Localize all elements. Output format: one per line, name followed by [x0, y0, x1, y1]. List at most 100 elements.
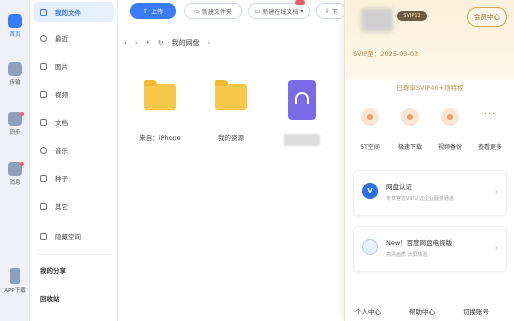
clock-icon — [40, 34, 47, 42]
feature-see-more[interactable]: ··· 查看更多 — [471, 108, 509, 151]
vip-center-button[interactable]: 会员中心 — [467, 7, 507, 27]
rail-transfer-label: 传输 — [9, 80, 21, 86]
rail-transfer[interactable]: 传输 — [0, 62, 30, 86]
rail-sync[interactable]: 同步 — [0, 112, 30, 136]
switch-account-link[interactable]: 切换账号 — [463, 306, 489, 316]
download-button[interactable]: ⇩ 下 — [316, 3, 346, 19]
chevron-right-icon: › — [494, 243, 498, 252]
torrent-icon — [40, 174, 47, 182]
file-item[interactable]: 来自：iPhone — [130, 80, 190, 142]
rail-sync-label: 同步 — [9, 130, 21, 136]
feature-5t-space[interactable]: 5T空间 — [351, 108, 389, 151]
folder-icon — [144, 80, 176, 110]
expand-icon[interactable]: • — [146, 39, 150, 47]
help-center-link[interactable]: 帮助中心 — [409, 306, 435, 316]
nav-item-hidden-space[interactable]: 隐藏空间 — [34, 226, 114, 246]
nav-item-videos[interactable]: 视频 — [34, 84, 114, 104]
rail-app-download[interactable]: APP下载 — [0, 268, 30, 294]
download-label: 下 — [331, 8, 338, 16]
nav-item-label: 回收站 — [40, 295, 60, 303]
svip-level-badge: SVIP12 — [397, 11, 427, 21]
forward-icon[interactable]: › — [135, 39, 138, 47]
nav-item-label: 我的文件 — [55, 9, 81, 17]
feature-video-backup[interactable]: 视频备份 — [431, 108, 469, 151]
new-folder-label: 新建文件夹 — [201, 8, 232, 16]
lightning-icon — [401, 108, 419, 126]
nav-item-label: 文档 — [55, 119, 68, 127]
new-badge — [295, 0, 305, 5]
breadcrumb-current[interactable]: 我的网盘 — [172, 38, 200, 48]
upload-icon: ⇧ — [142, 7, 148, 15]
rail-home-label: 首页 — [9, 32, 21, 38]
nav-item-label: 图片 — [55, 63, 68, 71]
new-online-doc-button[interactable]: ▭ 新建在线文档 ▾ — [248, 0, 310, 19]
chevron-down-icon: ▾ — [300, 7, 304, 15]
nav-item-my-files[interactable]: 我的文件 — [34, 2, 114, 22]
nav-item-music[interactable]: 音乐 — [34, 140, 114, 160]
transfer-icon — [8, 62, 22, 76]
notification-dot — [20, 112, 24, 116]
nav-item-label: 我的分享 — [40, 267, 66, 275]
feature-fast-download[interactable]: 极速下载 — [391, 108, 429, 151]
storage-icon — [361, 108, 379, 126]
folder-add-icon: ▭ — [194, 7, 200, 15]
rail-messages[interactable]: 消息 — [0, 162, 30, 186]
nav-item-my-shares[interactable]: 我的分享 — [34, 260, 114, 280]
document-icon — [40, 118, 47, 126]
netdisk-verify-card[interactable]: V 网盘认证 专享官方VIP认证企业服务通道 › — [353, 170, 507, 216]
more-icon — [40, 202, 47, 210]
doc-add-icon: ▭ — [254, 7, 261, 15]
feature-label: 查看更多 — [477, 144, 502, 151]
nav-item-torrents[interactable]: 种子 — [34, 168, 114, 188]
nav-sidebar: 我的文件 最近 图片 视频 文档 音乐 种子 其它 隐藏空间 我的分享 回收站 — [30, 0, 118, 321]
tv-version-card[interactable]: New！百度网盘电视版 高清画质 大屏体验 › — [353, 226, 507, 272]
video-icon — [40, 90, 47, 98]
benefits-title: 已尊享SVIP40+项特权 — [396, 84, 464, 92]
vip-header: SVIP12 会员中心 SVIP至：2025-03-03 — [345, 0, 514, 80]
nav-item-other[interactable]: 其它 — [34, 196, 114, 216]
folder-icon — [40, 8, 47, 16]
file-label: 我的资源 — [218, 134, 244, 142]
card-subtitle: 专享官方VIP认证企业服务通道 — [386, 196, 454, 202]
video-backup-icon — [441, 108, 459, 126]
lock-icon — [40, 232, 47, 240]
avatar — [361, 8, 393, 32]
new-online-doc-label: 新建在线文档 — [262, 8, 299, 16]
card-subtitle: 高清画质 大屏体验 — [386, 252, 428, 258]
nav-item-recent[interactable]: 最近 — [34, 28, 114, 48]
new-folder-button[interactable]: ▭ 新建文件夹 — [184, 3, 242, 19]
back-icon[interactable]: ‹ — [124, 39, 127, 47]
rail-messages-label: 消息 — [9, 180, 21, 186]
chevron-right-icon: › — [494, 187, 498, 196]
folder-icon — [215, 80, 247, 110]
card-title: 网盘认证 — [386, 183, 412, 191]
image-icon — [40, 62, 47, 70]
verified-icon: V — [362, 183, 378, 199]
nav-item-documents[interactable]: 文档 — [34, 112, 114, 132]
feature-label: 视频备份 — [437, 144, 462, 151]
rail-app-download-label: APP下载 — [4, 288, 26, 294]
left-rail: 首页 传输 同步 消息 APP下载 — [0, 0, 30, 321]
blurred-filename — [284, 134, 320, 146]
file-item[interactable]: 我的资源 — [201, 80, 261, 142]
feature-label: 5T空间 — [360, 144, 380, 151]
card-title: New！百度网盘电视版 — [386, 239, 453, 247]
audio-app-icon — [288, 80, 316, 120]
personal-center-link[interactable]: 个人中心 — [355, 306, 381, 316]
refresh-icon[interactable]: ↻ — [158, 39, 164, 47]
breadcrumb: ‹ › • ↻ 我的网盘 › — [124, 38, 210, 48]
file-label: 来自：iPhone — [139, 134, 181, 142]
nav-item-images[interactable]: 图片 — [34, 56, 114, 76]
nav-item-recycle-bin[interactable]: 回收站 — [34, 288, 114, 308]
chevron-right-icon: › — [207, 39, 211, 47]
vip-popup-panel: SVIP12 会员中心 SVIP至：2025-03-03 已尊享SVIP40+项… — [344, 0, 514, 321]
notification-dot — [20, 162, 24, 166]
feature-label: 极速下载 — [397, 144, 422, 151]
file-item[interactable] — [272, 80, 332, 146]
nav-item-label: 音乐 — [55, 147, 68, 155]
nav-item-label: 其它 — [55, 203, 68, 211]
upload-button[interactable]: ⇧ 上传 — [130, 3, 176, 19]
music-icon — [40, 146, 47, 154]
nav-item-label: 种子 — [55, 175, 68, 183]
rail-home[interactable]: 首页 — [0, 14, 30, 38]
